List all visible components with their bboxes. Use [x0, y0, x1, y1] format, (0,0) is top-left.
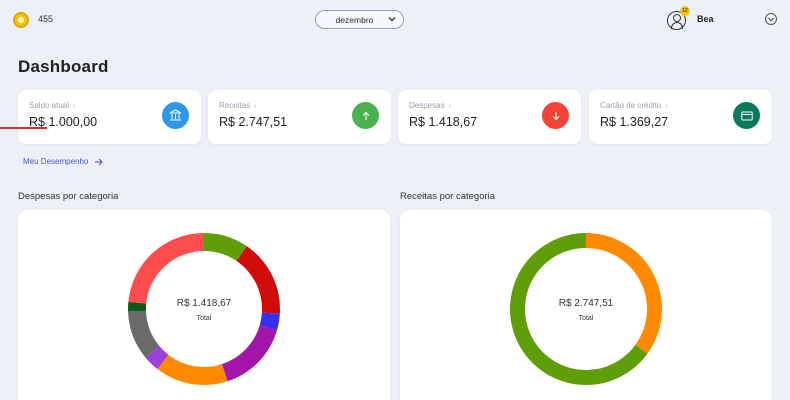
user-menu-button[interactable]: [765, 13, 777, 25]
expenses-total-amount: R$ 1.418,67: [176, 298, 232, 309]
arrow-up-icon[interactable]: [352, 102, 379, 129]
income-slice-0[interactable]: [586, 233, 662, 354]
chevron-down-icon: [768, 17, 774, 22]
card-expenses-label: Despesas: [409, 101, 445, 110]
user-level-badge: 12: [680, 6, 690, 16]
divider-mark: [0, 127, 47, 129]
income-chart-title: Receitas por categoria: [400, 191, 496, 202]
coin-icon: [13, 12, 29, 28]
chevron-right-icon: ›: [665, 103, 668, 110]
expenses-total-label: Total: [196, 315, 212, 322]
card-balance[interactable]: Saldo atual › R$ 1.000,00: [18, 90, 201, 144]
credit-card-icon[interactable]: [733, 102, 760, 129]
performance-link-label: Meu Desempenho: [23, 157, 89, 166]
card-income-value: R$ 2.747,51: [219, 115, 288, 129]
card-expenses[interactable]: Despesas › R$ 1.418,67: [398, 90, 581, 144]
card-income-label: Receitas: [219, 101, 251, 110]
performance-link[interactable]: Meu Desempenho: [23, 157, 104, 166]
income-total-amount: R$ 2.747,51: [558, 298, 614, 309]
card-credit-value: R$ 1.369,27: [600, 115, 669, 129]
coin-count: 455: [38, 14, 54, 24]
chevron-right-icon: ›: [448, 103, 451, 110]
expenses-slice-3[interactable]: [221, 325, 277, 382]
page-title: Dashboard: [18, 57, 109, 76]
month-select[interactable]: dezembro: [315, 10, 404, 29]
chevron-right-icon: ›: [254, 103, 257, 110]
card-expenses-value: R$ 1.418,67: [409, 115, 478, 129]
expenses-slice-4[interactable]: [157, 354, 228, 385]
month-select-value: dezembro: [335, 14, 374, 25]
chevron-right-icon: ›: [73, 103, 76, 110]
income-total-label: Total: [578, 315, 594, 322]
card-credit[interactable]: Cartão de crédito › R$ 1.369,27: [589, 90, 772, 144]
expenses-chart-panel: R$ 1.418,67 Total: [18, 210, 390, 400]
bank-icon[interactable]: [162, 102, 189, 129]
user-name[interactable]: Bea: [697, 14, 714, 24]
arrow-down-icon[interactable]: [542, 102, 569, 129]
arrow-right-icon: [95, 158, 104, 165]
income-chart-panel: R$ 2.747,51 Total: [400, 210, 772, 400]
expenses-chart-title: Despesas por categoria: [18, 191, 119, 202]
card-balance-label: Saldo atual: [29, 101, 70, 110]
card-income[interactable]: Receitas › R$ 2.747,51: [208, 90, 391, 144]
top-bar: 455 dezembro 12 Bea: [0, 0, 790, 40]
chevron-down-icon: [388, 17, 396, 22]
card-credit-label: Cartão de crédito: [600, 101, 662, 110]
expenses-slice-8[interactable]: [128, 233, 204, 304]
